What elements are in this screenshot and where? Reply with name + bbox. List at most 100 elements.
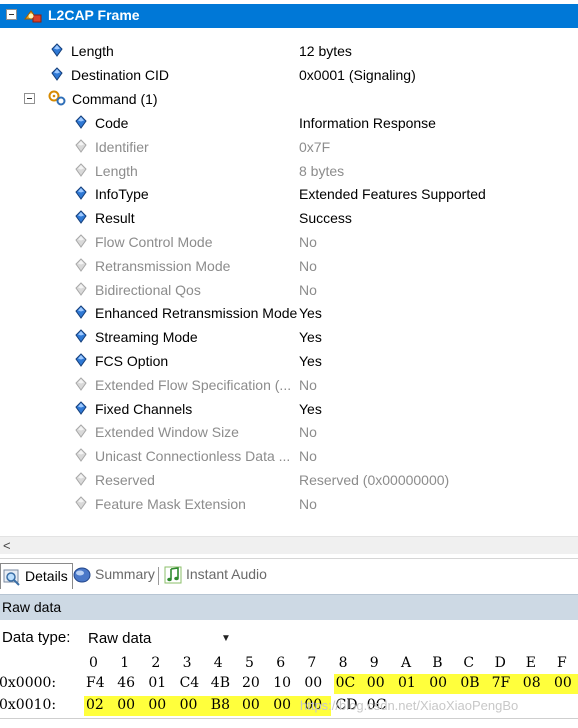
command-gears-icon	[48, 90, 66, 106]
hex-byte[interactable]: C4	[180, 675, 211, 695]
tree-row[interactable]: Retransmission Mode No	[0, 255, 578, 279]
field-value: No	[299, 448, 317, 465]
hex-byte[interactable]: 4B	[211, 675, 242, 695]
field-value: No	[299, 495, 317, 512]
tree-row[interactable]: Enhanced Retransmission Mode Yes	[0, 302, 578, 326]
hex-byte[interactable]: 0B	[460, 675, 491, 695]
hex-byte[interactable]: 00	[148, 697, 179, 717]
tree-row[interactable]: Extended Window Size No	[0, 421, 578, 445]
field-disabled-icon	[75, 258, 87, 272]
hex-byte[interactable]: 20	[242, 675, 273, 695]
hex-column-label: 2	[151, 655, 161, 671]
field-value: Reserved (0x00000000)	[299, 472, 450, 488]
tree-row[interactable]: Fixed Channels Yes	[0, 398, 578, 422]
hex-column-label: E	[525, 655, 537, 671]
tree-row-l2cap-frame[interactable]: L2CAP Frame	[0, 4, 578, 28]
tree-row[interactable]: InfoType Extended Features Supported	[0, 183, 578, 207]
tab-summary[interactable]: Summary	[73, 563, 155, 589]
hex-column-label: D	[494, 655, 506, 671]
field-disabled-icon	[75, 162, 87, 177]
field-value: No	[299, 376, 317, 393]
tree-row[interactable]: Bidirectional Qos No	[0, 279, 578, 303]
hex-offset: 0x0010:	[0, 697, 57, 713]
field-name: Extended Flow Specification (...	[95, 376, 292, 393]
l2cap-frame-icon	[24, 10, 42, 23]
collapse-toggle[interactable]	[6, 9, 17, 20]
hex-byte[interactable]: 00	[304, 675, 335, 695]
horizontal-scrollbar[interactable]: <	[0, 536, 578, 554]
hex-column-label: 0	[89, 655, 98, 671]
hex-column-label: 1	[120, 655, 130, 671]
tree-row[interactable]: Length 8 bytes	[0, 160, 578, 184]
hex-byte[interactable]: 02	[86, 697, 117, 717]
field-name: Feature Mask Extension	[95, 495, 246, 512]
hex-byte[interactable]: 00	[429, 675, 460, 695]
view-tabs: Details Summary Instant Audio	[0, 558, 578, 590]
hex-byte[interactable]: B8	[211, 697, 242, 717]
tab-instant-audio[interactable]: Instant Audio	[164, 563, 267, 589]
tree-row[interactable]: Feature Mask Extension No	[0, 493, 578, 517]
field-diamond-icon	[75, 210, 87, 225]
hex-column-label: F	[557, 655, 567, 671]
tree-row[interactable]: Streaming Mode Yes	[0, 326, 578, 350]
field-value: Yes	[299, 400, 322, 417]
hex-byte[interactable]: 08	[523, 675, 554, 695]
hex-row: 0x0000: F4 46 01 C4 4B 20 10 00 0C 00 01 00 0B 7F 08 00	[0, 674, 578, 694]
data-type-value: Raw data	[88, 630, 152, 647]
tree-row[interactable]: Reserved Reserved (0x00000000)	[0, 469, 578, 493]
tree-row[interactable]: Extended Flow Specification (... No	[0, 374, 578, 398]
hex-byte[interactable]: 00	[117, 697, 148, 717]
tree-row[interactable]: FCS Option Yes	[0, 350, 578, 374]
field-disabled-icon	[75, 424, 87, 439]
hex-byte[interactable]: 00	[367, 675, 398, 695]
tab-instant-audio-label: Instant Audio	[186, 566, 267, 582]
field-name: Destination CID	[71, 66, 170, 83]
tree-row[interactable]: Code Information Response	[0, 112, 578, 136]
hex-byte[interactable]: 01	[148, 675, 179, 695]
field-diamond-icon	[75, 186, 87, 201]
chevron-down-icon[interactable]: ▼	[221, 633, 231, 644]
tree-row[interactable]: Flow Control Mode No	[0, 231, 578, 255]
hex-column-label: 4	[213, 655, 223, 671]
field-value: 12 bytes	[299, 43, 352, 59]
tree-row-command[interactable]: Command (1)	[0, 88, 578, 112]
hex-byte[interactable]: 46	[117, 675, 148, 695]
hex-byte[interactable]: 00	[180, 697, 211, 717]
raw-data-title: Raw data	[2, 599, 62, 615]
hex-byte[interactable]: 00	[242, 697, 273, 717]
field-disabled-icon	[75, 448, 87, 463]
hex-byte[interactable]: 01	[398, 675, 429, 695]
data-type-select[interactable]: Raw data ▼	[82, 626, 232, 650]
tree-row[interactable]: Length 12 bytes	[0, 40, 578, 64]
field-value: Yes	[299, 329, 322, 346]
hex-column-label: C	[463, 655, 475, 671]
field-value: Success	[299, 210, 352, 227]
hex-byte[interactable]: 00	[554, 675, 578, 695]
collapse-toggle[interactable]	[24, 93, 35, 104]
field-disabled-icon	[75, 377, 87, 391]
frame-title: L2CAP Frame	[48, 7, 140, 23]
hex-byte[interactable]: 10	[273, 675, 304, 695]
hex-column-label: A	[401, 655, 412, 671]
field-name: Enhanced Retransmission Mode	[95, 305, 298, 322]
hex-byte[interactable]: F4	[86, 675, 117, 695]
data-type-label: Data type:	[2, 629, 71, 646]
tab-details[interactable]: Details	[0, 563, 73, 589]
tree-row[interactable]: Unicast Connectionless Data ... No	[0, 445, 578, 469]
field-value: No	[299, 257, 317, 274]
tree-row[interactable]: Result Success	[0, 207, 578, 231]
field-diamond-icon	[75, 305, 87, 320]
tree-row[interactable]: Identifier 0x7F	[0, 136, 578, 160]
field-name: Retransmission Mode	[95, 257, 231, 274]
tree-row[interactable]: Destination CID 0x0001 (Signaling)	[0, 64, 578, 88]
hex-column-label: 3	[182, 655, 192, 671]
field-disabled-icon	[75, 281, 87, 296]
watermark: https://blog.csdn.net/XiaoXiaoPengBo	[300, 698, 519, 713]
field-diamond-icon	[51, 67, 63, 81]
hex-byte[interactable]: 0C	[336, 675, 367, 695]
scroll-left-arrow-icon[interactable]: <	[3, 537, 11, 555]
hex-column-label: B	[432, 655, 443, 671]
field-name: Streaming Mode	[95, 329, 198, 346]
hex-byte[interactable]: 7F	[492, 675, 523, 695]
hex-view[interactable]: 0123456789ABCDEF 0x0000: F4 46 01 C4 4B 20 10 00…	[0, 654, 578, 728]
